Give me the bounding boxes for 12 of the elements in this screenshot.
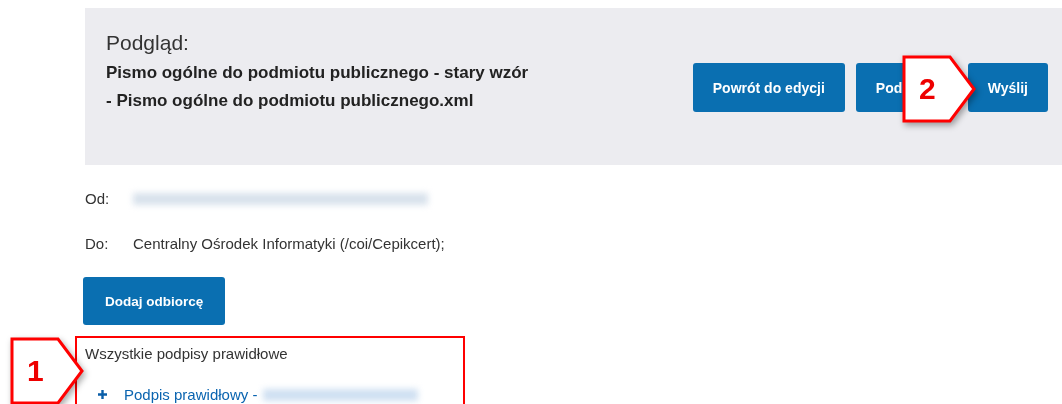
field-value: Centralny Ośrodek Informatyki (/coi/Cepikcert); — [133, 235, 445, 252]
field-label: Od: — [85, 190, 111, 207]
field-label: Do: — [85, 235, 110, 252]
action-button[interactable]: Wyślij — [967, 63, 1048, 112]
signature-link[interactable]: Podpis prawidłowy - — [124, 386, 258, 403]
document-title: Pismo ogólne do podmiotu publicznego - stary wzór - Pismo ogólne do podmiotu publicznego.xml — [106, 62, 530, 112]
add-recipient-button[interactable]: Dodaj odbiorcę — [83, 277, 226, 325]
callout-marker: 1 — [10, 337, 85, 404]
plus-icon[interactable] — [98, 390, 107, 399]
preview-heading: Podgląd: — [106, 31, 190, 55]
signature-summary: Wszystkie podpisy prawidłowe — [85, 345, 289, 362]
action-button[interactable]: Powrót do edycji — [692, 63, 845, 112]
